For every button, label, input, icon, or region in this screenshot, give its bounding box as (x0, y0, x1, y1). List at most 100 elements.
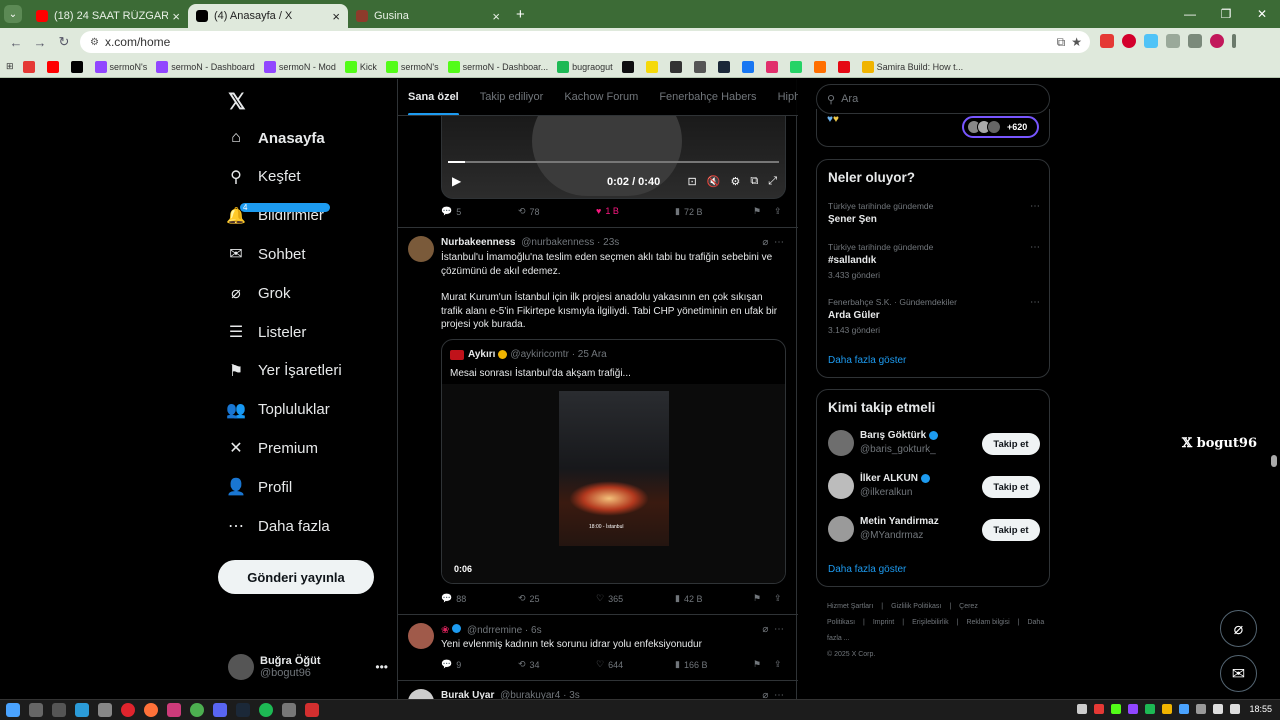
bookmark-item[interactable]: sermoN - Dashboard (156, 60, 255, 73)
tab-hiphop[interactable]: Hiphop (778, 91, 798, 103)
install-app-icon[interactable]: ⧉ (1057, 35, 1066, 50)
more-icon[interactable]: ⋯ (1030, 297, 1040, 308)
more-icon[interactable]: ••• (375, 660, 388, 674)
extension-icon[interactable] (1144, 34, 1158, 48)
more-icon[interactable]: ⋯ (774, 624, 784, 635)
bookmark-item[interactable] (46, 60, 62, 73)
repost-button[interactable]: ⟲ 78 (518, 206, 540, 217)
close-icon[interactable]: × (172, 9, 180, 24)
footer-link[interactable]: Imprint (873, 619, 894, 626)
app-icon[interactable] (167, 703, 181, 717)
bookmark-item[interactable]: sermoN - Mod (263, 60, 336, 73)
forward-icon[interactable]: → (28, 35, 52, 50)
firefox-icon[interactable] (144, 703, 158, 717)
back-icon[interactable]: ← (4, 35, 28, 50)
search-icon[interactable] (29, 703, 43, 717)
tweet-time[interactable]: · 23s (597, 237, 619, 248)
grok-icon[interactable]: ⌀ (762, 237, 768, 248)
footer-link[interactable]: Hizmet Şartları (827, 603, 873, 610)
repost-button[interactable]: ⟲ 25 (518, 593, 540, 604)
like-button[interactable]: ♡ 644 (596, 659, 623, 670)
restore-icon[interactable]: ❐ (1208, 0, 1244, 28)
nav-item-more[interactable]: ⋯ Daha fazla (226, 511, 330, 541)
messages-fab-icon[interactable]: ✉ (1220, 655, 1257, 692)
browser-tab-x[interactable]: (4) Anasayfa / X × (188, 4, 348, 28)
bookmark-item[interactable] (813, 60, 829, 73)
task-view-icon[interactable] (52, 703, 66, 717)
fullscreen-icon[interactable]: ⤢ (768, 175, 777, 188)
pip-icon[interactable]: ⧉ (750, 175, 758, 188)
tweet-time[interactable]: · 3s (563, 690, 580, 699)
tray-icon[interactable] (1128, 704, 1138, 714)
reply-button[interactable]: 💬 9 (441, 659, 461, 670)
tweet-time[interactable]: · 6s (525, 625, 542, 636)
grok-fab-icon[interactable]: ⌀ (1220, 610, 1257, 647)
discord-icon[interactable] (213, 703, 227, 717)
repost-button[interactable]: ⟲ 34 (518, 659, 540, 670)
footer-link[interactable]: © 2025 X Corp. (827, 651, 875, 658)
browser-tab-gusina[interactable]: Gusina × (348, 4, 508, 28)
reply-button[interactable]: 💬 5 (441, 206, 461, 217)
captions-icon[interactable]: ⊡ (688, 175, 697, 188)
nav-item-bell[interactable]: 4 🔔 Bildirimler (226, 201, 330, 231)
suggested-user[interactable]: Barış Göktürk @baris_gokturk_ Takip et (828, 430, 1040, 460)
author-name[interactable]: Burak Uyar (441, 690, 494, 699)
reload-icon[interactable]: ↻ (52, 34, 76, 50)
tab-for-you[interactable]: Sana özel (408, 91, 459, 115)
avatar[interactable] (408, 236, 434, 262)
tray-icon[interactable] (1094, 704, 1104, 714)
app-icon[interactable] (98, 703, 112, 717)
bookmark-item[interactable] (693, 60, 709, 73)
nav-item-x[interactable]: ✕ Premium (226, 433, 318, 463)
tray-icon[interactable] (1145, 704, 1155, 714)
apps-icon[interactable]: ⊞ (6, 61, 14, 72)
tab-kachow-forum[interactable]: Kachow Forum (564, 91, 638, 103)
new-tab-button[interactable]: + (516, 6, 525, 23)
extension-icon[interactable] (1100, 34, 1114, 48)
tray-icon[interactable] (1111, 704, 1121, 714)
scrollbar-thumb[interactable] (1271, 455, 1277, 467)
bookmark-item[interactable] (837, 60, 853, 73)
more-icon[interactable]: ⋯ (774, 237, 784, 248)
puzzle-icon[interactable] (1166, 34, 1180, 48)
bookmark-star-icon[interactable]: ★ (1071, 35, 1082, 50)
bookmark-item[interactable] (70, 60, 86, 73)
bookmark-item[interactable]: Samira Build: How t... (861, 60, 963, 73)
trend-item[interactable]: Fenerbahçe S.K. · Gündemdekiler Arda Gül… (828, 297, 1040, 335)
share-icon[interactable]: ⇪ (774, 659, 782, 670)
bookmark-icon[interactable]: ⚑ (753, 593, 761, 604)
tray-icon[interactable] (1162, 704, 1172, 714)
tab-following[interactable]: Takip ediliyor (480, 91, 544, 103)
grok-icon[interactable]: ⌀ (762, 690, 768, 699)
trend-item[interactable]: Türkiye tarihinde gündemde Şener Şen ⋯ (828, 201, 1040, 225)
nav-item-list[interactable]: ☰ Listeler (226, 317, 307, 347)
settings-icon[interactable]: ⚙ (730, 175, 740, 188)
tray-icon[interactable] (1179, 704, 1189, 714)
spotify-icon[interactable] (259, 703, 273, 717)
follow-button[interactable]: Takip et (982, 519, 1040, 541)
show-more-link[interactable]: Daha fazla göster (828, 355, 906, 366)
views-button[interactable]: ▮ 72 B (675, 206, 702, 217)
nav-item-grok[interactable]: ⌀ Grok (226, 278, 290, 308)
kebab-menu-icon[interactable] (1232, 34, 1236, 48)
share-icon[interactable]: ⇪ (774, 206, 782, 217)
follow-button[interactable]: Takip et (982, 433, 1040, 455)
author-handle[interactable]: @ndrremine (467, 625, 522, 636)
footer-link[interactable]: Erişilebilirlik (912, 619, 949, 626)
nav-item-search[interactable]: ⚲ Keşfet (226, 162, 300, 192)
nav-item-home[interactable]: ⌂ Anasayfa (226, 123, 325, 153)
bookmark-item[interactable]: bugraogut (557, 60, 613, 73)
close-window-icon[interactable]: ✕ (1244, 0, 1280, 28)
address-bar[interactable]: ⚙ x.com/home ⧉ ★ (80, 31, 1090, 53)
steam-icon[interactable] (236, 703, 250, 717)
bookmark-item[interactable] (22, 60, 38, 73)
bookmark-item[interactable] (717, 60, 733, 73)
app-icon[interactable] (282, 703, 296, 717)
bookmark-item[interactable]: sermoN - Dashboar... (447, 60, 548, 73)
bookmark-item[interactable]: Kick (344, 60, 377, 73)
chrome-icon[interactable] (190, 703, 204, 717)
video-player[interactable]: ▶ 0:02 / 0:40 ⊡ 🔇 ⚙ ⧉ ⤢ (441, 116, 786, 199)
bookmark-icon[interactable]: ⚑ (753, 206, 761, 217)
quote-video[interactable]: 18:00 - İstanbul 0:06 (442, 384, 785, 583)
bookmark-item[interactable] (669, 60, 685, 73)
